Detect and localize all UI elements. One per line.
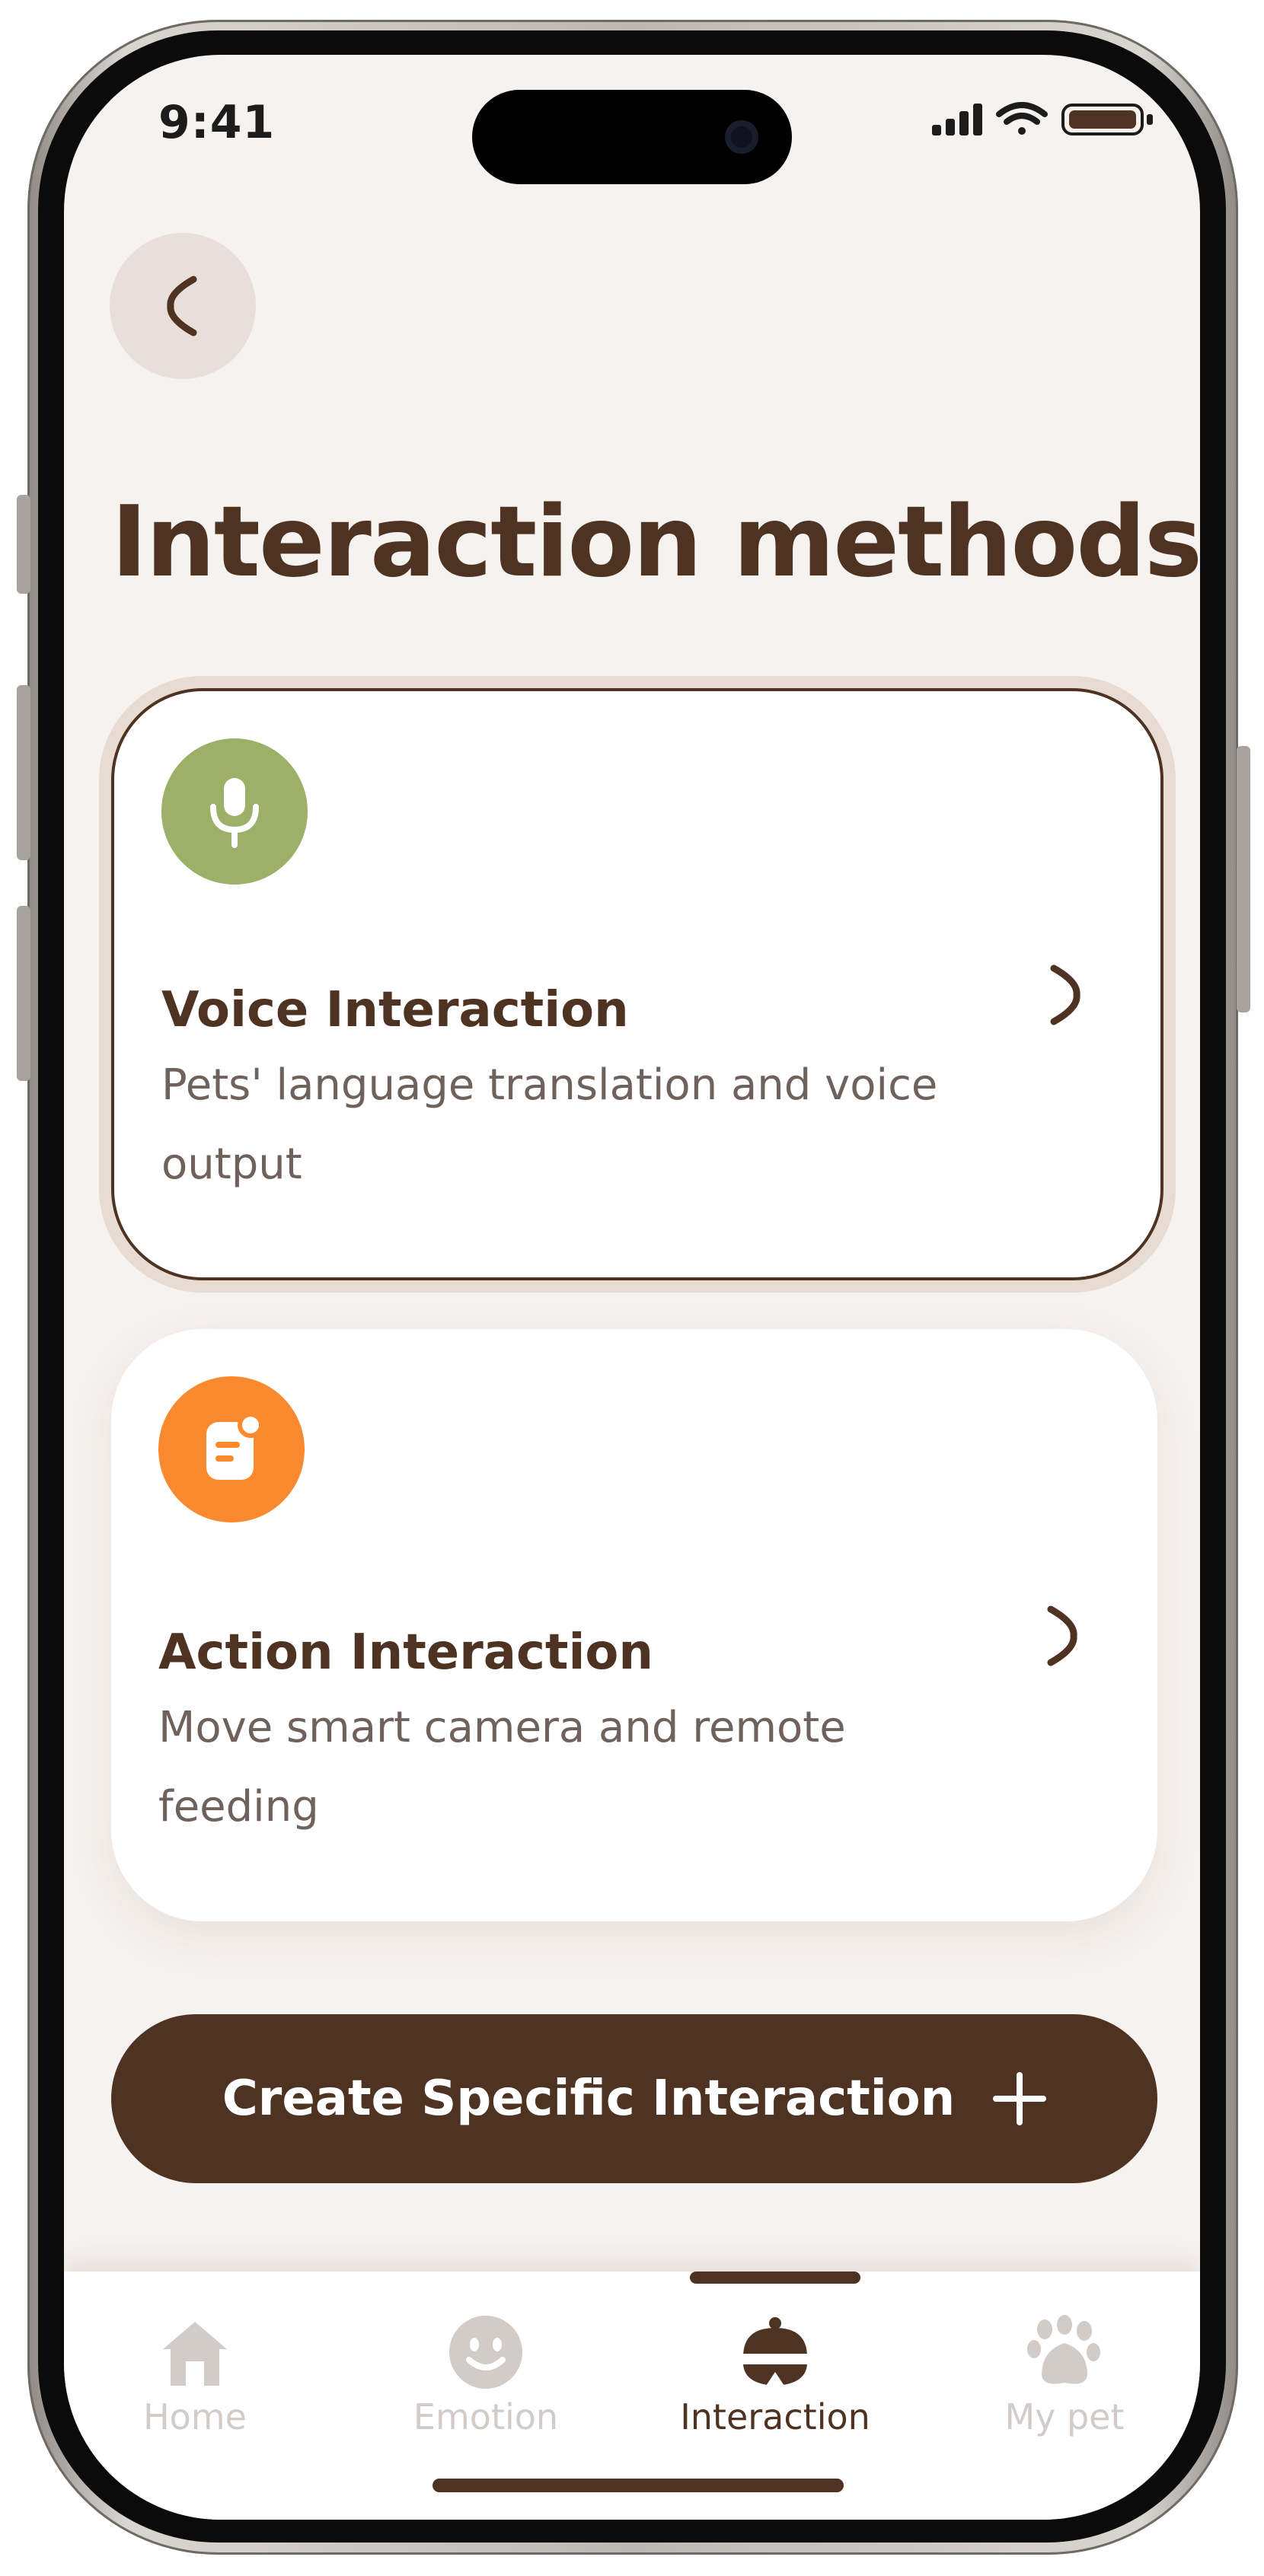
- status-icons: [932, 100, 1160, 139]
- tab-label: Interaction: [680, 2396, 870, 2437]
- card-title: Voice Interaction: [161, 982, 629, 1038]
- cellular-signal-icon: [932, 104, 982, 135]
- wifi-icon: [996, 102, 1048, 135]
- volume-up-button: [17, 685, 30, 860]
- chevron-right-icon: [1047, 1605, 1077, 1666]
- volume-down-button: [17, 906, 30, 1081]
- action-interaction-card[interactable]: Action Interaction Move smart camera and…: [111, 1329, 1157, 1921]
- card-title: Action Interaction: [158, 1624, 653, 1681]
- smiley-icon: [449, 2316, 522, 2389]
- tab-label: Home: [143, 2396, 247, 2437]
- front-camera: [725, 120, 758, 154]
- chevron-right-icon: [1050, 964, 1080, 1025]
- power-button: [1237, 746, 1250, 1012]
- status-time: 9:41: [158, 96, 276, 149]
- active-tab-indicator: [690, 2272, 860, 2284]
- screen: 9:41 Interaction methods Voice Interacti…: [64, 55, 1200, 2520]
- card-description: Move smart camera and remote feeding: [158, 1703, 846, 1832]
- note-icon: [206, 1412, 263, 1480]
- home-indicator: [433, 2479, 844, 2492]
- voice-icon-circle: [161, 738, 308, 885]
- page-title: Interaction methods: [111, 486, 1200, 599]
- voice-interaction-card[interactable]: Voice Interaction Pets' language transla…: [111, 688, 1163, 1280]
- dynamic-island: [472, 90, 792, 184]
- tab-label: Emotion: [413, 2396, 559, 2437]
- tab-home[interactable]: Home: [81, 2307, 309, 2451]
- action-icon-circle: [158, 1376, 305, 1522]
- bell-icon: [742, 2317, 809, 2386]
- create-button-label: Create Specific Interaction: [222, 2071, 956, 2127]
- microphone-icon: [210, 778, 259, 848]
- create-interaction-button[interactable]: Create Specific Interaction: [111, 2014, 1157, 2183]
- plus-icon: [993, 2072, 1047, 2125]
- back-button[interactable]: [110, 233, 256, 379]
- chevron-left-icon: [167, 276, 197, 336]
- tab-bar: Home Emotion Interaction My pet: [64, 2272, 1200, 2520]
- tab-my-pet[interactable]: My pet: [950, 2307, 1179, 2451]
- card-description: Pets' language translation and voice out…: [161, 1060, 938, 1189]
- battery-icon: [1061, 104, 1153, 135]
- home-icon: [163, 2322, 227, 2386]
- tab-interaction[interactable]: Interaction: [661, 2307, 889, 2451]
- tab-label: My pet: [1004, 2396, 1125, 2437]
- action-button: [17, 495, 30, 594]
- tab-emotion[interactable]: Emotion: [372, 2307, 600, 2451]
- paw-icon: [1027, 2315, 1100, 2384]
